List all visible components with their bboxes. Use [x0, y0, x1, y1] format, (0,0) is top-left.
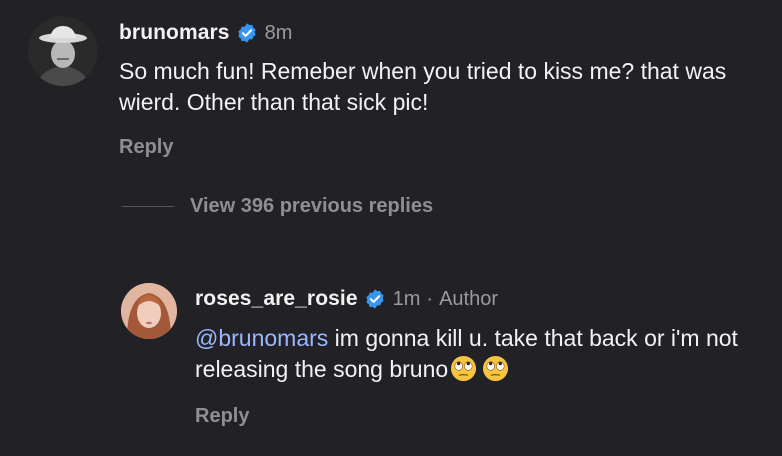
view-replies[interactable]: View 396 previous replies	[122, 195, 433, 218]
separator-dot: ·	[426, 287, 434, 310]
face-with-rolling-eyes-emoji-icon	[451, 355, 477, 382]
comment-brunomars: brunomars 8m So much fun! Remeber when y…	[28, 16, 759, 159]
verified-badge-icon	[237, 23, 256, 43]
username[interactable]: brunomars	[119, 21, 230, 45]
comment-roses-are-rosie: roses_are_rosie 1m · Author @brunomars i…	[121, 283, 775, 428]
verified-badge-icon	[366, 289, 384, 309]
comment-text: So much fun! Remeber when you tried to k…	[119, 58, 727, 115]
divider-line	[122, 206, 174, 207]
comment-text: @brunomars im gonna kill u. take that ba…	[195, 323, 775, 385]
mention-link[interactable]: @brunomars	[195, 325, 328, 351]
view-replies-button[interactable]: View 396 previous replies	[190, 195, 433, 218]
timestamp: 1m	[392, 287, 421, 310]
reply-button[interactable]: Reply	[195, 405, 775, 428]
author-badge: Author	[439, 287, 499, 310]
timestamp: 8m	[264, 21, 293, 44]
username[interactable]: roses_are_rosie	[195, 287, 358, 311]
avatar-roses-are-rosie[interactable]	[121, 283, 177, 339]
face-with-rolling-eyes-emoji-icon	[483, 355, 509, 382]
avatar-image	[121, 283, 177, 339]
avatar-image	[28, 16, 98, 86]
reply-button[interactable]: Reply	[119, 136, 759, 159]
avatar-brunomars[interactable]	[28, 16, 98, 86]
